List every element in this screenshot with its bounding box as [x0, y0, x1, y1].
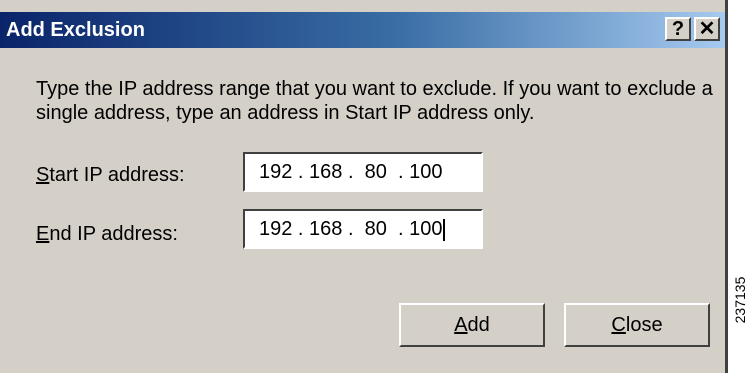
instruction-text: Type the IP address range that you want …: [36, 78, 713, 124]
end-ip-label-text: nd IP address:: [49, 223, 178, 245]
start-ip-input[interactable]: 192 . 168 . 80 . 100: [243, 152, 483, 192]
dialog-title: Add Exclusion: [6, 19, 145, 41]
end-ip-label: End IP address:: [36, 222, 178, 246]
close-icon: ✕: [698, 18, 716, 40]
add-button[interactable]: Add: [399, 303, 545, 347]
help-button[interactable]: ?: [665, 17, 691, 41]
close-button[interactable]: Close: [564, 303, 710, 347]
title-close-button[interactable]: ✕: [694, 17, 720, 41]
end-ip-value: 192 . 168 . 80 . 100: [259, 218, 443, 240]
start-ip-label-text: tart IP address:: [49, 164, 185, 186]
figure-id-text: 237135: [732, 276, 748, 324]
text-caret: [443, 218, 446, 241]
add-exclusion-dialog: Add Exclusion ? ✕ Type the IP address ra…: [0, 0, 728, 373]
start-ip-mnemonic: S: [36, 164, 50, 186]
end-ip-input[interactable]: 192 . 168 . 80 . 100: [243, 209, 483, 249]
close-label: lose: [625, 314, 663, 336]
start-ip-value: 192 . 168 . 80 . 100: [259, 161, 443, 183]
question-mark-icon: ?: [671, 18, 685, 40]
figure-id: 237135: [730, 262, 748, 342]
add-mnemonic: A: [454, 314, 468, 336]
end-ip-mnemonic: E: [36, 223, 50, 245]
close-mnemonic: C: [611, 314, 626, 336]
title-bar[interactable]: Add Exclusion ? ✕: [0, 12, 725, 48]
start-ip-label: Start IP address:: [36, 163, 185, 187]
add-label: dd: [467, 314, 490, 336]
